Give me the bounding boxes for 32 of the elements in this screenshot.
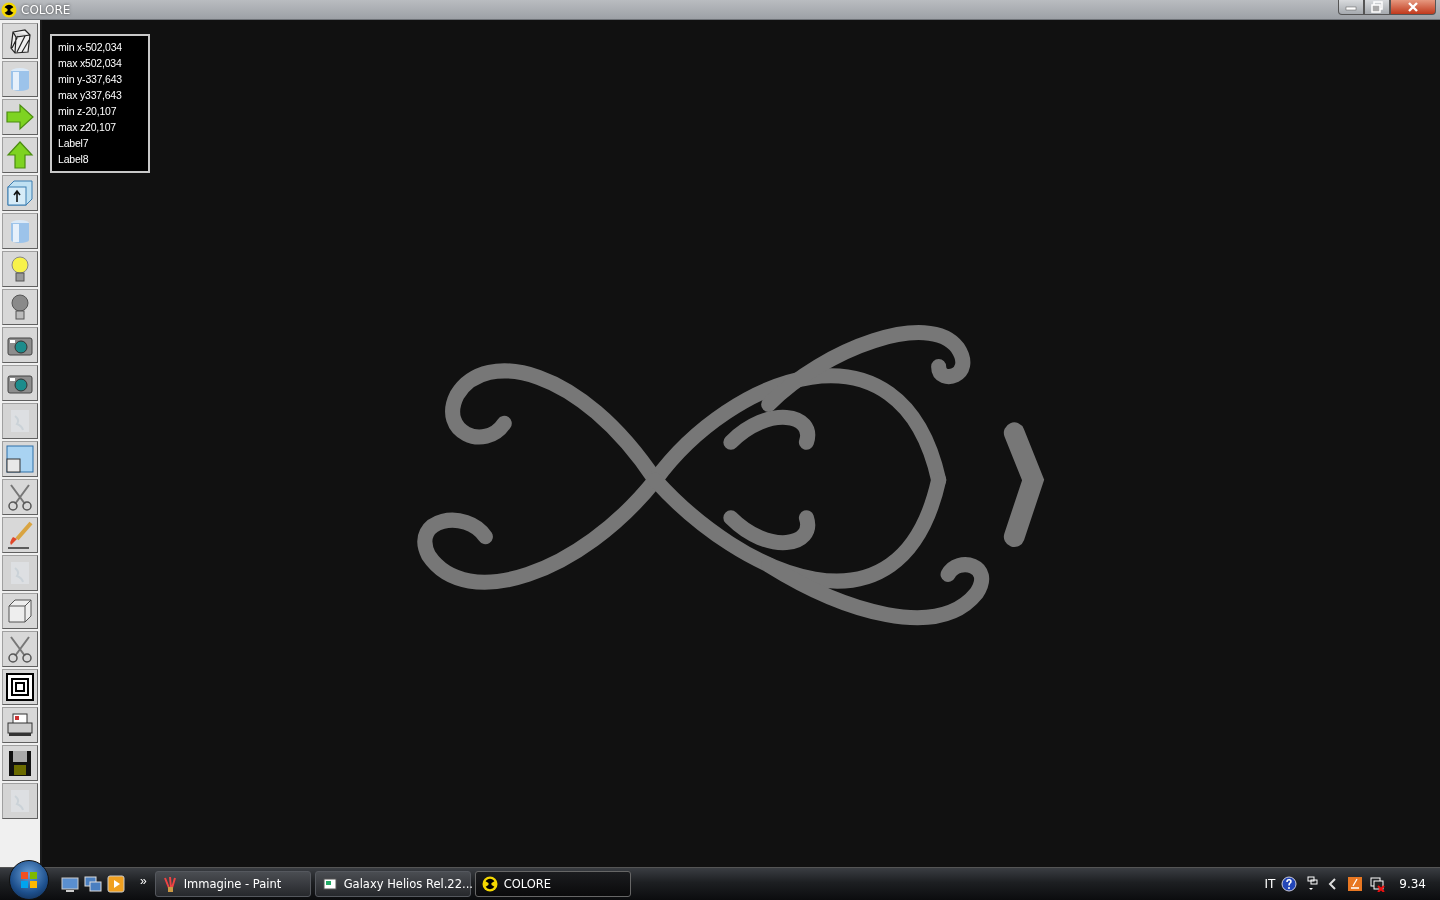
radiation-icon	[481, 876, 498, 892]
windows-logo-icon	[19, 870, 39, 890]
info-label: min x-502,034	[58, 40, 123, 55]
desktop-icon[interactable]	[61, 875, 79, 893]
taskbar-button[interactable]: COLORE	[474, 871, 631, 897]
info-label: Label7	[58, 136, 90, 151]
close-icon	[1406, 1, 1420, 13]
language-indicator[interactable]: IT	[1264, 877, 1276, 891]
restore-button[interactable]	[1364, 0, 1390, 15]
media-player-icon[interactable]	[107, 875, 125, 893]
window-title: COLORE	[21, 2, 71, 17]
help-icon[interactable]	[1281, 876, 1298, 892]
start-button[interactable]	[9, 860, 49, 900]
info-label: max y337,643	[58, 88, 123, 103]
window-switch-icon[interactable]	[84, 875, 102, 893]
taskbar-button[interactable]: Galaxy Helios Rel.22...	[314, 871, 471, 897]
info-label: max z20,107	[58, 120, 117, 135]
paintbrush-icon	[161, 876, 178, 892]
info-label: min y-337,643	[58, 72, 123, 87]
network-error-icon[interactable]	[1369, 876, 1386, 892]
clock: 9.34	[1399, 877, 1426, 891]
document-icon	[321, 876, 338, 892]
overflow-button[interactable]: »	[140, 874, 147, 888]
radiation-icon	[1, 1, 17, 18]
minimize-button[interactable]	[1338, 0, 1364, 15]
app-icon[interactable]	[1347, 876, 1364, 892]
close-button[interactable]	[1390, 0, 1436, 15]
restore-icon	[1370, 1, 1384, 13]
info-label: max x502,034	[58, 56, 123, 71]
info-label: min z-20,107	[58, 104, 118, 119]
taskbar-button[interactable]: Immagine - Paint	[154, 871, 311, 897]
info-label: Label8	[58, 152, 90, 167]
